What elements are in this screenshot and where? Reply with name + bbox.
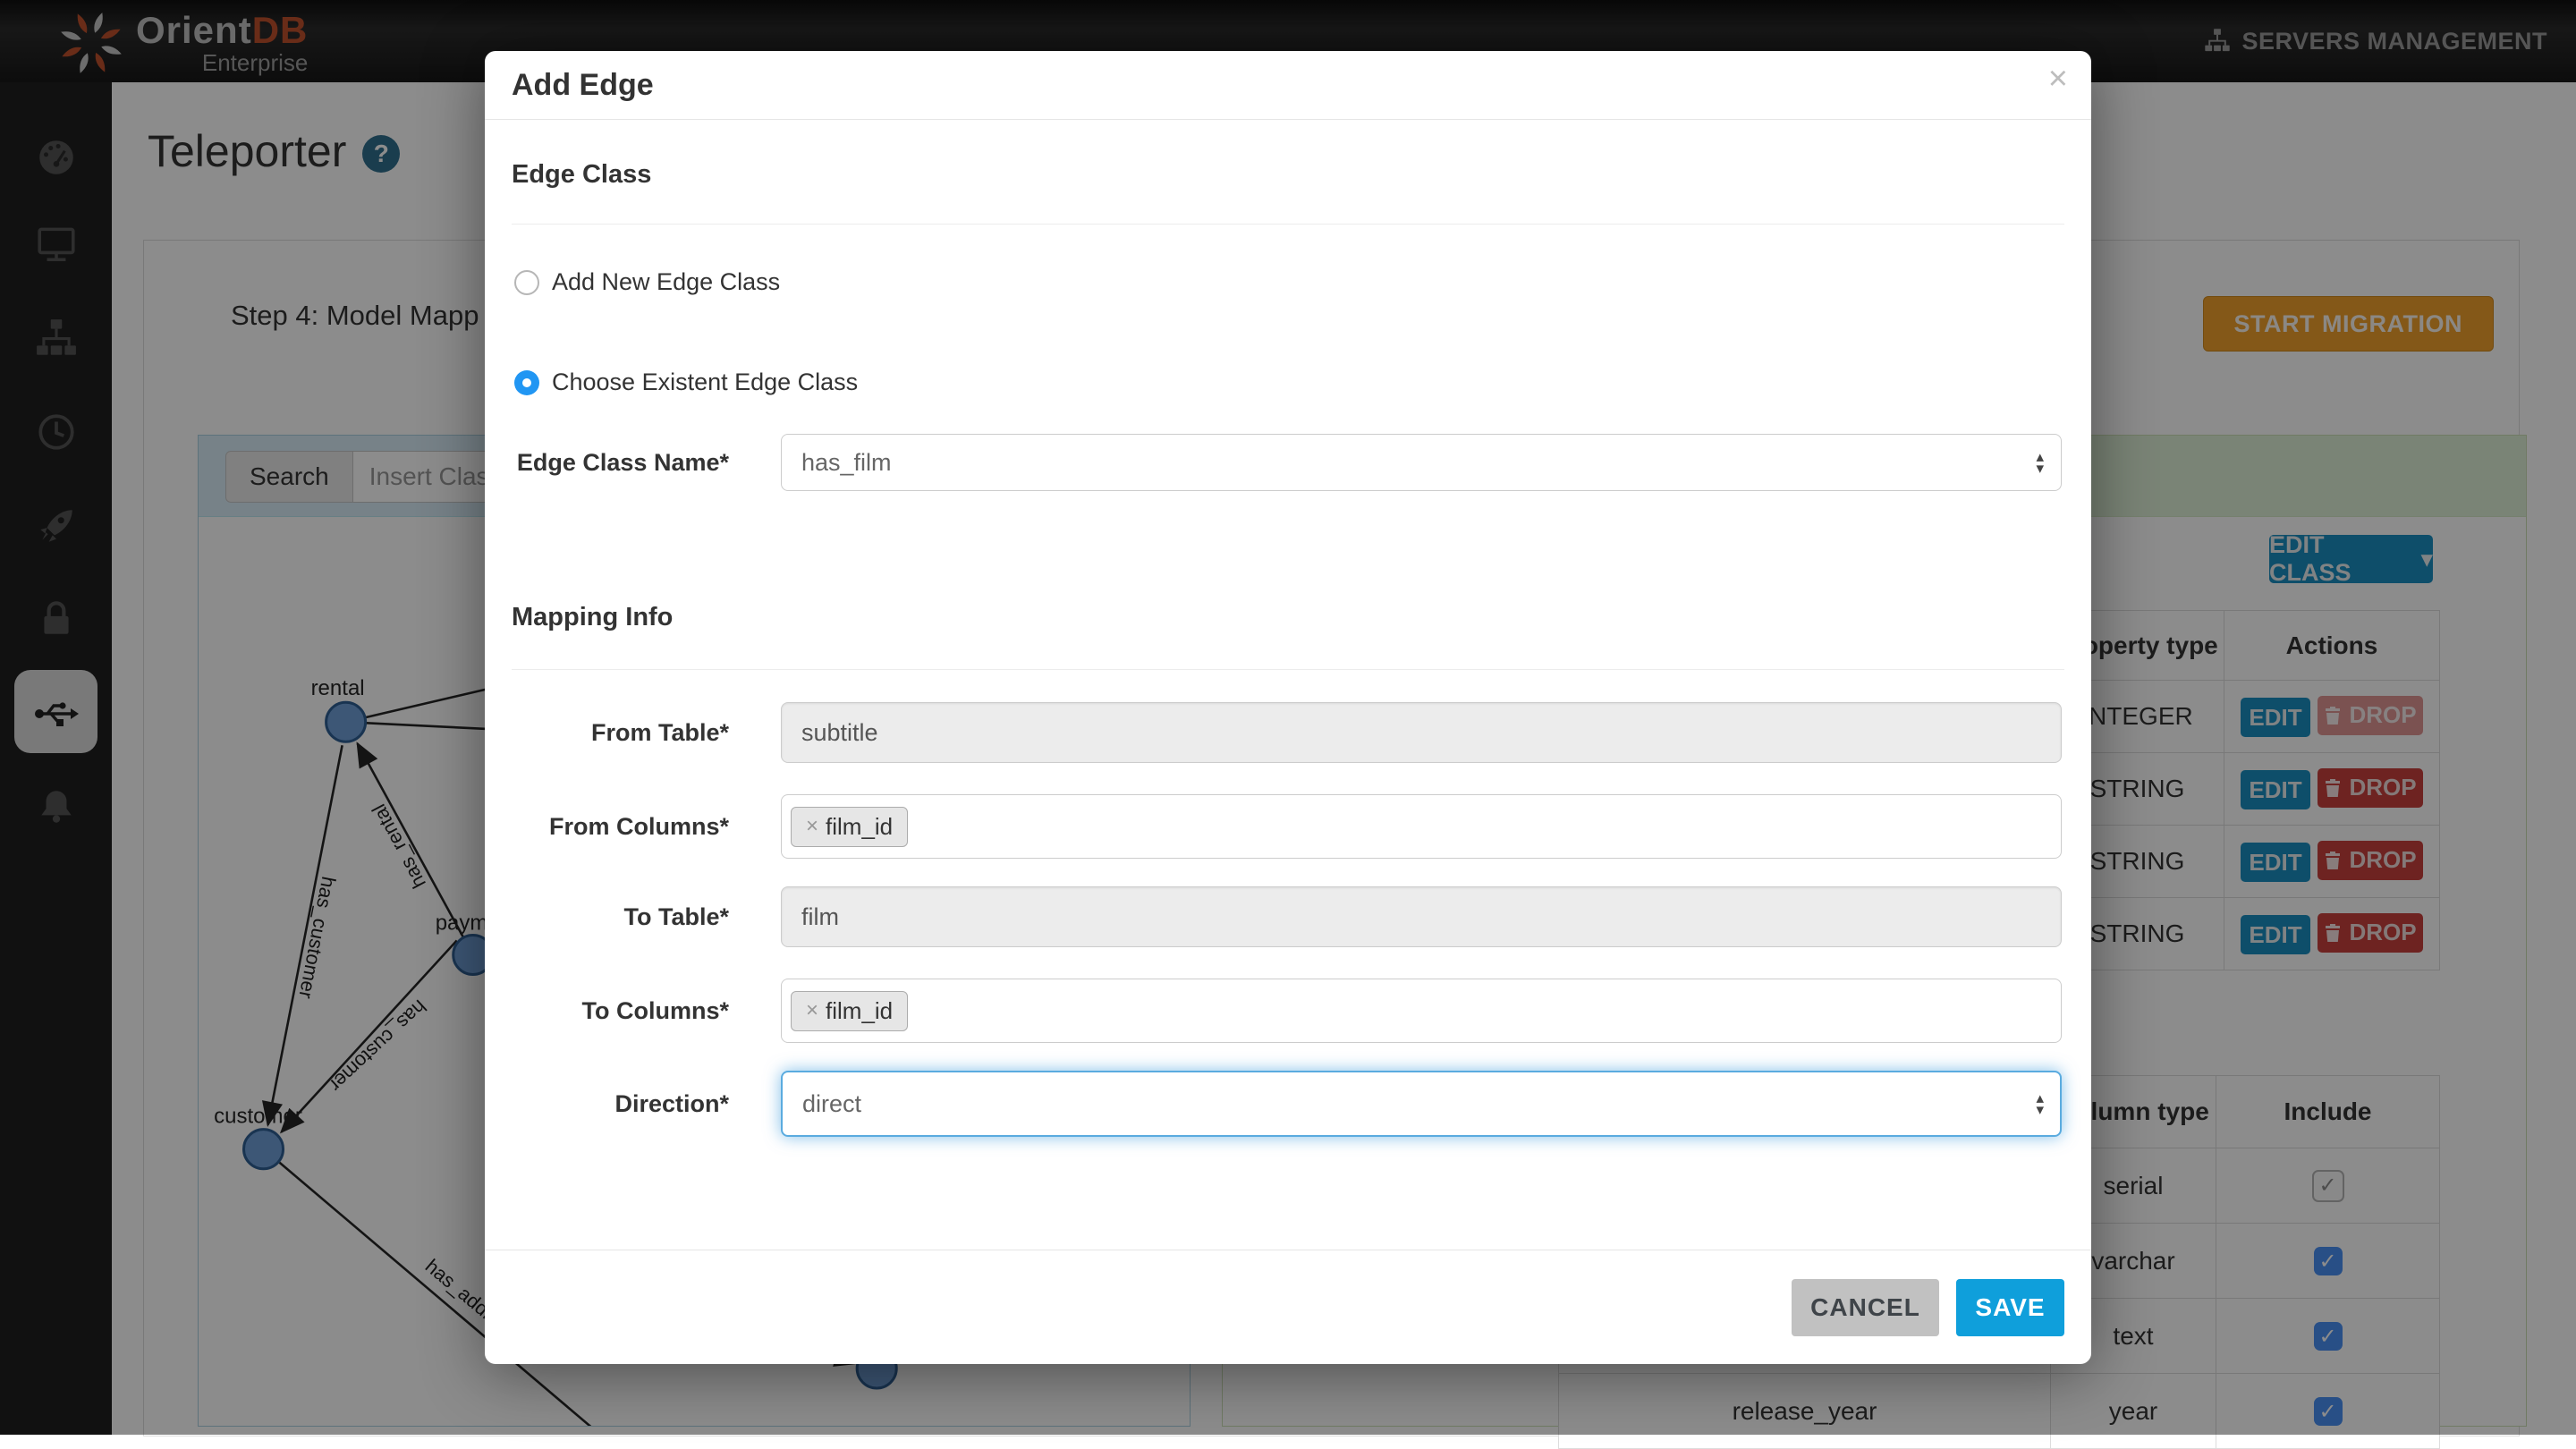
edge-class-section-heading: Edge Class bbox=[512, 160, 652, 189]
from-columns-row: From Columns* × film_id bbox=[512, 794, 2062, 859]
select-arrows-icon: ▴ ▾ bbox=[2036, 448, 2044, 477]
cancel-button[interactable]: CANCEL bbox=[1792, 1279, 1939, 1336]
remove-tag-icon[interactable]: × bbox=[806, 998, 818, 1023]
from-table-label: From Table* bbox=[590, 718, 729, 746]
add-edge-modal: Add Edge × Edge Class Add New Edge Class… bbox=[485, 51, 2091, 1364]
to-table-label: To Table* bbox=[623, 902, 729, 930]
from-columns-tag: × film_id bbox=[791, 806, 909, 847]
modal-title: Add Edge bbox=[512, 67, 654, 102]
to-table-row: To Table* film bbox=[512, 886, 2062, 947]
modal-header: Add Edge × bbox=[485, 51, 2091, 120]
app-root: OrientDB Enterprise SERVERS MANAGEMENT T… bbox=[0, 0, 2576, 1449]
mapping-info-section-heading: Mapping Info bbox=[512, 603, 674, 631]
edge-class-name-select[interactable]: has_film ▴ ▾ bbox=[781, 434, 2062, 491]
edge-class-name-label: Edge Class Name* bbox=[516, 448, 729, 476]
to-columns-tag: × film_id bbox=[791, 990, 909, 1031]
from-columns-label: From Columns* bbox=[548, 812, 729, 840]
section-divider bbox=[512, 224, 2064, 225]
close-icon[interactable]: × bbox=[2048, 62, 2068, 96]
section-divider bbox=[512, 669, 2064, 670]
edge-class-name-row: Edge Class Name* has_film ▴ ▾ bbox=[512, 434, 2062, 491]
radio-label: Choose Existent Edge Class bbox=[552, 369, 859, 395]
select-arrows-icon: ▴ ▾ bbox=[2036, 1089, 2044, 1118]
to-columns-label: To Columns* bbox=[581, 996, 730, 1024]
from-table-row: From Table* subtitle bbox=[512, 702, 2062, 763]
to-columns-input[interactable]: × film_id bbox=[781, 979, 2062, 1043]
to-columns-row: To Columns* × film_id bbox=[512, 979, 2062, 1043]
direction-select[interactable]: direct ▴ ▾ bbox=[781, 1071, 2062, 1137]
direction-label: Direction* bbox=[614, 1089, 729, 1117]
from-columns-input[interactable]: × film_id bbox=[781, 794, 2062, 859]
radio-label: Add New Edge Class bbox=[552, 268, 781, 295]
to-table-input: film bbox=[781, 886, 2062, 947]
radio-choose-existent-edge-class[interactable]: Choose Existent Edge Class bbox=[514, 369, 858, 396]
remove-tag-icon[interactable]: × bbox=[806, 814, 818, 839]
radio-checked-icon[interactable] bbox=[514, 369, 539, 395]
save-button[interactable]: SAVE bbox=[1956, 1279, 2064, 1336]
radio-add-new-edge-class[interactable]: Add New Edge Class bbox=[514, 268, 780, 296]
direction-row: Direction* direct ▴ ▾ bbox=[512, 1071, 2062, 1137]
radio-unchecked-icon[interactable] bbox=[514, 269, 539, 295]
from-table-input: subtitle bbox=[781, 702, 2062, 763]
